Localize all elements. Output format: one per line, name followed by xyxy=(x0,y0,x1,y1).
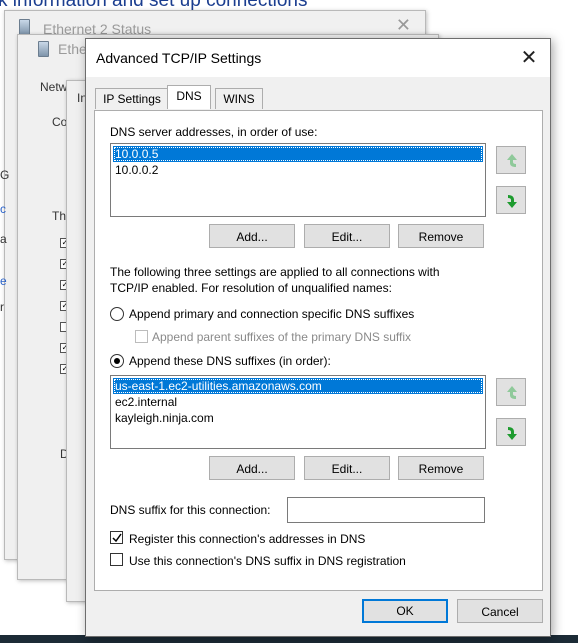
register-label[interactable]: Register this connection's addresses in … xyxy=(129,532,365,546)
add-server-button[interactable]: Add... xyxy=(209,224,295,248)
edit-server-button[interactable]: Edit... xyxy=(304,224,390,248)
dialog-title: Advanced TCP/IP Settings xyxy=(96,50,262,66)
radio-dot xyxy=(114,358,120,364)
network-adapter-icon xyxy=(38,41,49,57)
move-up-icon xyxy=(507,386,517,399)
tab-ip-settings[interactable]: IP Settings xyxy=(95,88,169,109)
label-fragment: Th xyxy=(52,209,67,223)
window-title: Ethe xyxy=(58,41,87,57)
append-parent-checkbox[interactable] xyxy=(135,330,148,343)
list-item[interactable]: 10.0.0.2 xyxy=(113,162,158,178)
suffix-move-down-button[interactable] xyxy=(496,418,526,446)
add-suffix-button[interactable]: Add... xyxy=(209,456,295,480)
tab-networking[interactable]: Netw xyxy=(40,80,67,94)
edit-suffix-button[interactable]: Edit... xyxy=(304,456,390,480)
remove-server-button[interactable]: Remove xyxy=(398,224,484,248)
register-checkbox[interactable] xyxy=(110,531,123,544)
move-down-button[interactable] xyxy=(496,186,526,214)
side-fragment: r xyxy=(0,300,4,314)
side-link-fragment[interactable]: e xyxy=(0,274,7,288)
append-primary-label[interactable]: Append primary and connection specific D… xyxy=(129,307,414,321)
dns-tab-panel: DNS server addresses, in order of use: 1… xyxy=(94,110,543,591)
append-primary-radio[interactable] xyxy=(110,307,124,321)
list-item[interactable]: kayleigh.ninja.com xyxy=(113,410,214,426)
connection-suffix-input[interactable] xyxy=(287,497,485,523)
tab-wins[interactable]: WINS xyxy=(215,88,263,109)
move-down-icon xyxy=(507,427,517,440)
move-down-icon xyxy=(507,195,517,208)
side-fragment: a xyxy=(0,232,7,246)
side-fragment: G xyxy=(0,168,10,182)
suffix-move-up-button[interactable] xyxy=(496,378,526,406)
use-suffix-checkbox[interactable] xyxy=(110,553,123,566)
side-link-fragment[interactable]: c xyxy=(0,202,6,216)
close-icon[interactable]: ✕ xyxy=(396,15,411,36)
append-these-label[interactable]: Append these DNS suffixes (in order): xyxy=(129,354,331,368)
info-text: The following three settings are applied… xyxy=(110,265,440,295)
checkmark-icon xyxy=(112,533,122,543)
remove-suffix-button[interactable]: Remove xyxy=(398,456,484,480)
advanced-tcpip-dialog: Advanced TCP/IP Settings ✕ IP Settings D… xyxy=(85,38,551,637)
ok-button[interactable]: OK xyxy=(362,599,448,623)
dns-suffix-list[interactable]: us-east-1.ec2-utilities.amazonaws.com ec… xyxy=(110,375,486,449)
append-parent-label[interactable]: Append parent suffixes of the primary DN… xyxy=(152,330,411,344)
cancel-button[interactable]: Cancel xyxy=(457,599,543,623)
list-item[interactable]: 10.0.0.5 xyxy=(113,146,483,162)
title-bar: Advanced TCP/IP Settings ✕ xyxy=(86,39,550,77)
connection-suffix-label: DNS suffix for this connection: xyxy=(110,503,271,517)
dns-servers-label: DNS server addresses, in order of use: xyxy=(110,125,318,139)
use-suffix-label[interactable]: Use this connection's DNS suffix in DNS … xyxy=(129,554,406,568)
close-icon[interactable]: ✕ xyxy=(516,45,542,71)
move-up-icon xyxy=(507,154,517,167)
list-item[interactable]: us-east-1.ec2-utilities.amazonaws.com xyxy=(113,378,483,394)
tab-dns[interactable]: DNS xyxy=(167,85,211,109)
dns-servers-list[interactable]: 10.0.0.5 10.0.0.2 xyxy=(110,143,486,217)
list-item[interactable]: ec2.internal xyxy=(113,394,177,410)
append-these-radio[interactable] xyxy=(110,354,124,368)
network-adapter-icon xyxy=(19,19,30,35)
move-up-button[interactable] xyxy=(496,146,526,174)
